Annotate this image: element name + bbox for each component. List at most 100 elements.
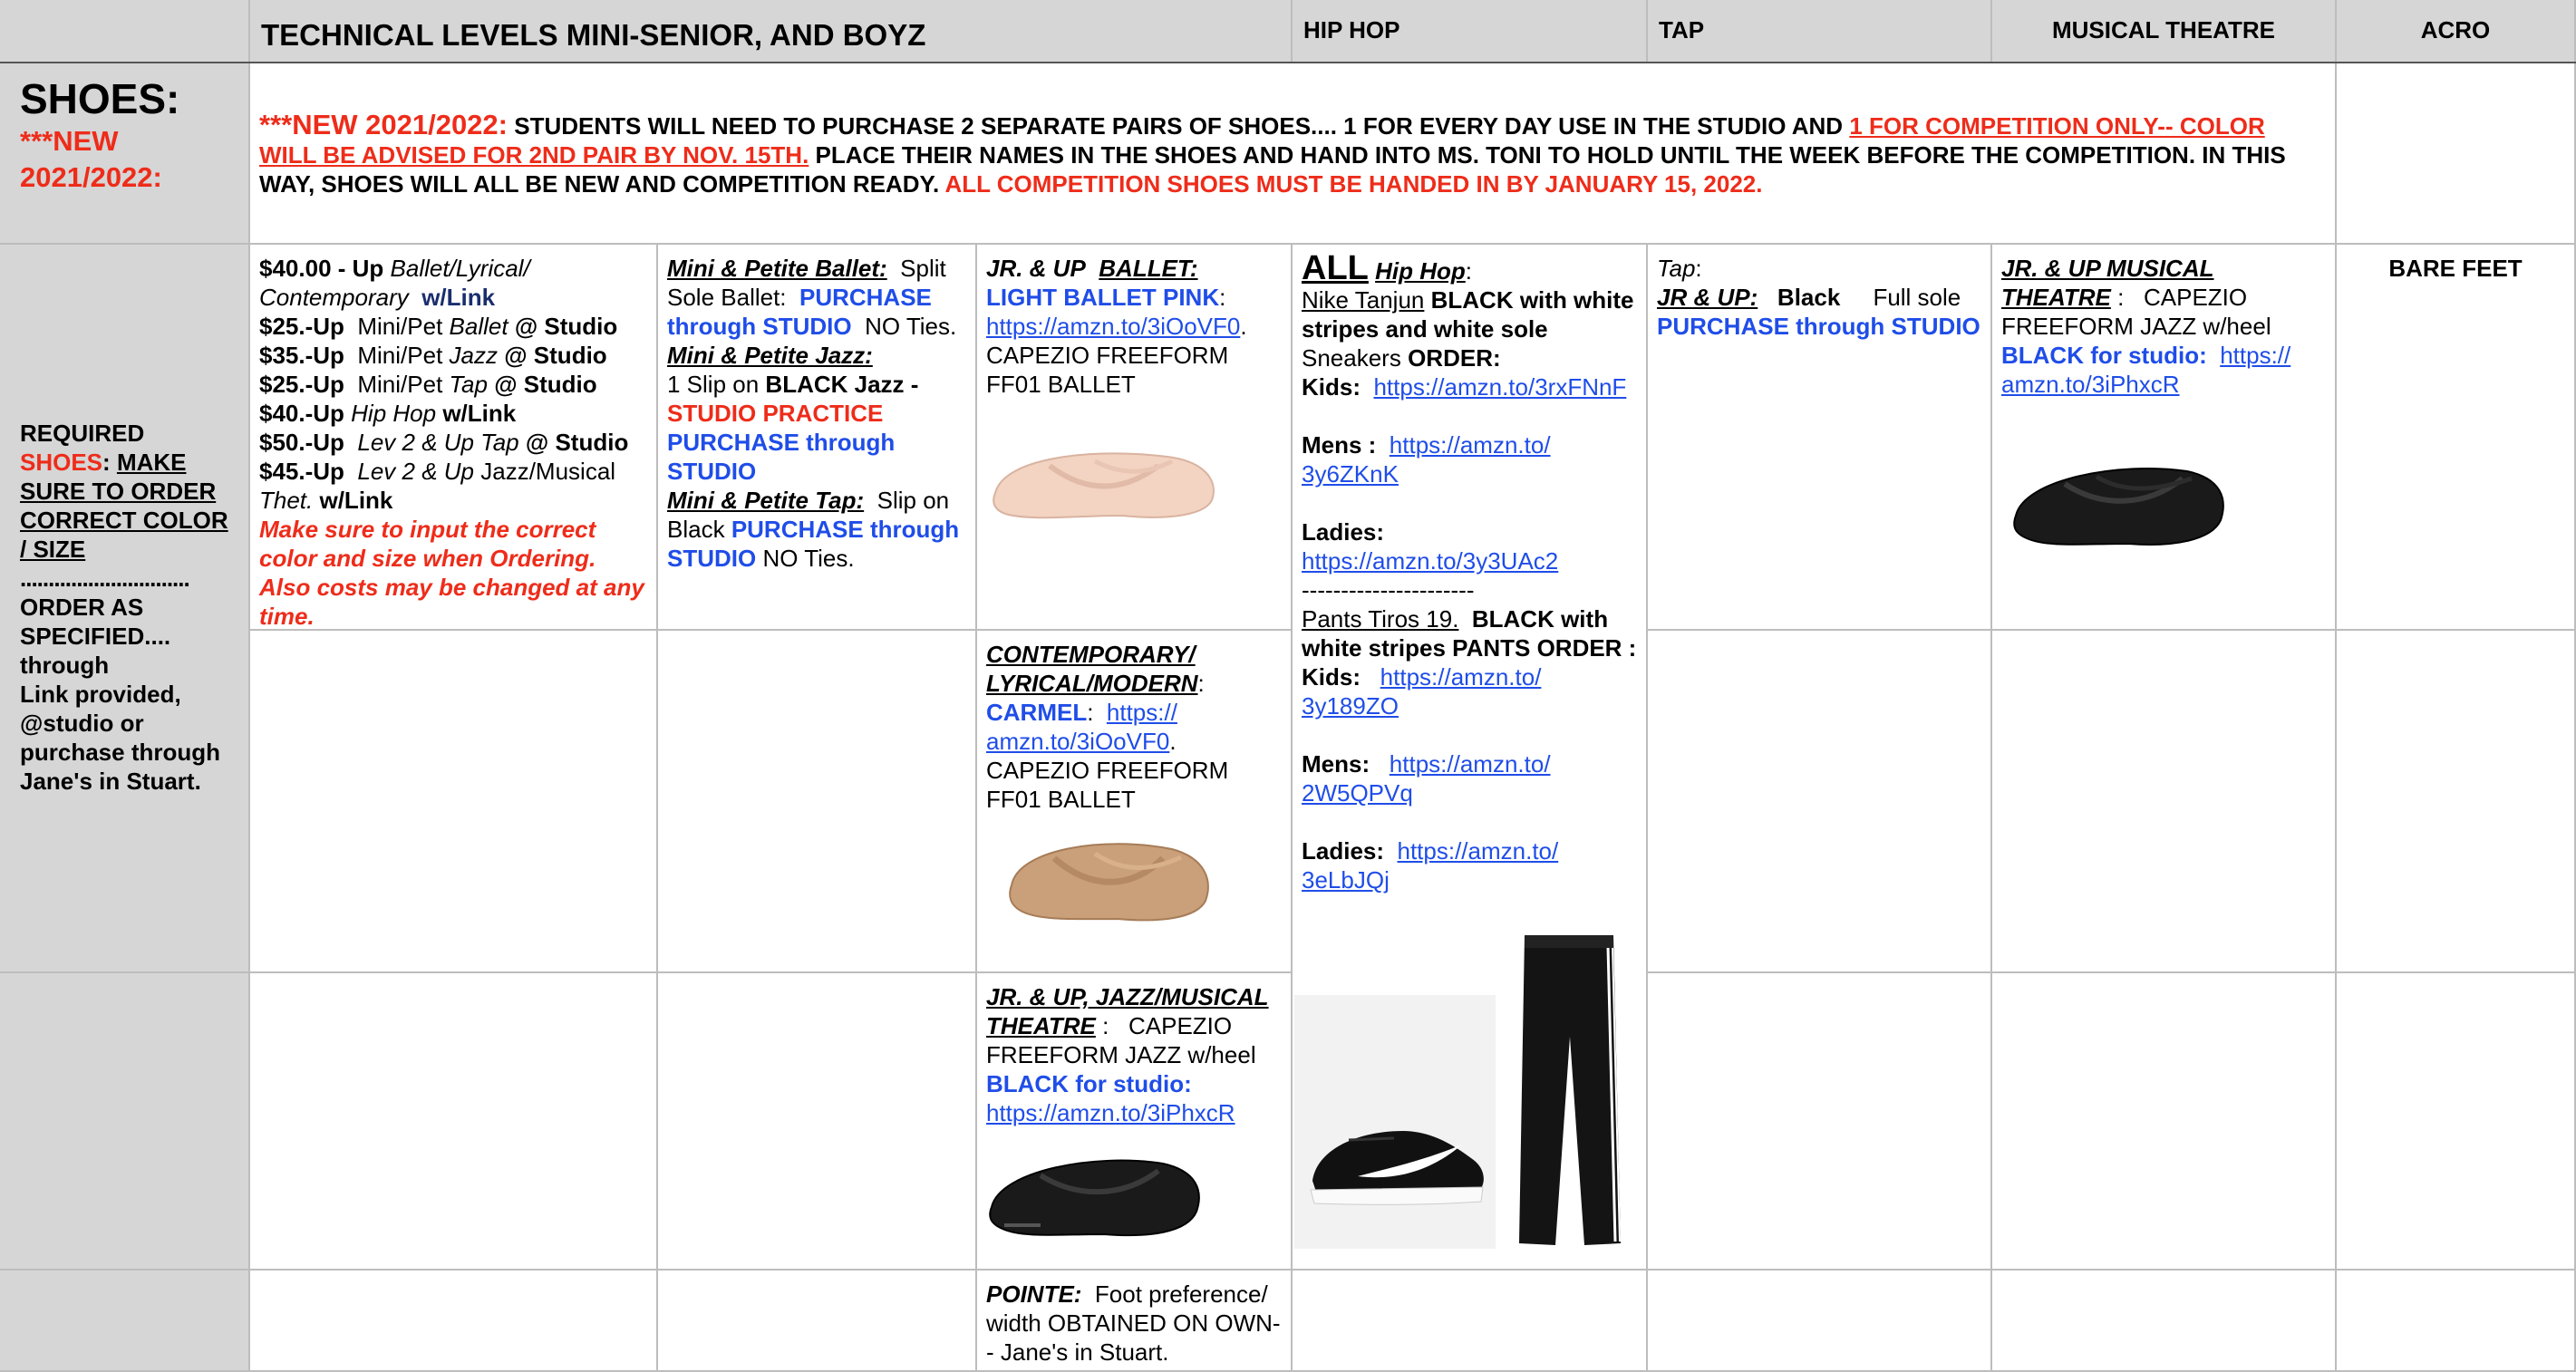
price-value: $25.-Up bbox=[259, 313, 344, 340]
black-jazz-shoe-image-2 bbox=[2010, 439, 2326, 556]
price-source: w/Link bbox=[442, 400, 517, 427]
mini-jazz-text: 1 Slip on bbox=[667, 371, 760, 398]
mini-jazz-purchase: PURCHASE through STUDIO bbox=[667, 429, 896, 485]
hiphop-sneakers: Sneakers bbox=[1302, 344, 1401, 372]
jr-ballet-color: LIGHT BALLET PINK bbox=[986, 284, 1220, 311]
mini-jazz-practice: STUDIO PRACTICE bbox=[667, 400, 884, 427]
carmel-shoe-image bbox=[1004, 817, 1282, 931]
jr-jazz-cell: JR. & UP, JAZZ/MUSICAL THEATRE : CAPEZIO… bbox=[977, 973, 1293, 1271]
price-level: Mini/Pet bbox=[357, 342, 443, 369]
price-item: Hip Hop bbox=[351, 400, 437, 427]
contemporary-desc: CAPEZIO FREEFORM FF01 BALLET bbox=[986, 757, 1229, 813]
hiphop-pants-kids-label: Kids: bbox=[1302, 663, 1361, 691]
shoes-title: SHOES: bbox=[20, 75, 180, 122]
corner-cell bbox=[0, 0, 250, 63]
empty-cell bbox=[2337, 1271, 2576, 1372]
acro-bare-feet: BARE FEET bbox=[2388, 255, 2523, 282]
hiphop-ladies-link[interactable]: https://amzn.to/3y3UAc2 bbox=[1302, 547, 1558, 575]
price-row-4: $25.-Up Mini/Pet Tap @ Studio bbox=[259, 370, 647, 399]
header-divider bbox=[0, 62, 2576, 63]
contemporary-color: CARMEL bbox=[986, 699, 1088, 726]
contemporary-heading: CONTEMPORARY/ LYRICAL/MODERN bbox=[986, 641, 1198, 697]
tap-heading: Tap bbox=[1657, 255, 1696, 282]
required-l4: Link provided, @studio or purchase throu… bbox=[20, 681, 221, 795]
empty-cell bbox=[1992, 973, 2337, 1271]
price-source: w/Link bbox=[421, 284, 496, 311]
required-l1: REQUIRED bbox=[20, 420, 145, 447]
empty-cell bbox=[2337, 973, 2576, 1271]
hiphop-pants: Pants Tiros 19. bbox=[1302, 605, 1459, 633]
tap-full-sole: Full sole bbox=[1873, 284, 1961, 311]
empty-cell bbox=[250, 1271, 658, 1372]
header-musical: MUSICAL THEATRE bbox=[1992, 0, 2337, 63]
gray-cell-row4 bbox=[0, 973, 250, 1271]
header-tap: TAP bbox=[1648, 0, 1992, 63]
hiphop-colon: : bbox=[1465, 257, 1472, 285]
price-row-6: $50.-Up Lev 2 & Up Tap @ Studio bbox=[259, 428, 647, 457]
spreadsheet: TECHNICAL LEVELS MINI-SENIOR, AND BOYZ H… bbox=[0, 0, 2576, 1372]
empty-cell bbox=[1648, 973, 1992, 1271]
notice-deadline: ALL COMPETITION SHOES MUST BE HANDED IN … bbox=[944, 170, 1763, 198]
required-text: REQUIRED SHOES: MAKE SURE TO ORDER CORRE… bbox=[20, 419, 228, 796]
price-value: $35.-Up bbox=[259, 342, 344, 369]
jr-jazz-color: BLACK for studio: bbox=[986, 1070, 1192, 1097]
musical-cell: JR. & UP MUSICAL THEATRE : CAPEZIO FREEF… bbox=[1992, 245, 2337, 631]
price-source: @ Studio bbox=[504, 342, 607, 369]
empty-cell bbox=[1293, 1271, 1648, 1372]
header-hiphop-text: HIP HOP bbox=[1303, 16, 1400, 43]
acro-cell: BARE FEET bbox=[2337, 245, 2576, 631]
hiphop-ladies-label: Ladies: bbox=[1302, 518, 1385, 546]
price-value: $50.-Up bbox=[259, 429, 344, 456]
header-hiphop: HIP HOP bbox=[1293, 0, 1648, 63]
header-musical-text: MUSICAL THEATRE bbox=[2051, 16, 2276, 43]
hiphop-kids-label: Kids: bbox=[1302, 373, 1361, 401]
jr-jazz-link[interactable]: https://amzn.to/3iPhxcR bbox=[986, 1099, 1235, 1126]
price-source: @ Studio bbox=[514, 313, 618, 340]
tap-colon: : bbox=[1695, 255, 1702, 282]
header-acro: ACRO bbox=[2337, 0, 2576, 63]
header-acro-text: ACRO bbox=[2420, 16, 2491, 43]
empty-cell bbox=[250, 631, 658, 973]
price-item: Lev 2 & Up Tap bbox=[357, 429, 519, 456]
price-source: @ Studio bbox=[494, 371, 597, 398]
price-row-5: $40.-Up Hip Hop w/Link bbox=[259, 399, 647, 428]
price-item: Jazz bbox=[449, 342, 498, 369]
price-level: Mini/Pet bbox=[357, 313, 443, 340]
header-title: TECHNICAL LEVELS MINI-SENIOR, AND BOYZ bbox=[250, 0, 1293, 63]
pointe-cell: POINTE: Foot preference/ width OBTAINED … bbox=[977, 1271, 1293, 1372]
price-row-3: $35.-Up Mini/Pet Jazz @ Studio bbox=[259, 341, 647, 370]
required-cell: REQUIRED SHOES: MAKE SURE TO ORDER CORRE… bbox=[0, 245, 250, 973]
tap-purchase: PURCHASE through STUDIO bbox=[1657, 313, 1980, 340]
musical-color: BLACK for studio: bbox=[2001, 342, 2207, 369]
jr-ballet-heading: JR. & UP bbox=[986, 255, 1086, 282]
header-tap-text: TAP bbox=[1659, 16, 1705, 43]
price-value: $45.-Up bbox=[259, 458, 344, 485]
header-title-text: TECHNICAL LEVELS MINI-SENIOR, AND BOYZ bbox=[261, 18, 926, 52]
hiphop-divider: ---------------------- bbox=[1302, 576, 1475, 604]
notice-part1: STUDENTS WILL NEED TO PURCHASE 2 SEPARAT… bbox=[514, 112, 1844, 140]
required-l3: ORDER AS SPECIFIED.... through bbox=[20, 594, 171, 679]
mini-tap-ties: NO Ties. bbox=[762, 545, 855, 572]
hiphop-pants-ladies-label: Ladies: bbox=[1302, 837, 1385, 865]
hiphop-order: ORDER: bbox=[1408, 344, 1501, 372]
gray-cell-row5 bbox=[0, 1271, 250, 1372]
mini-tap-heading: Mini & Petite Tap: bbox=[667, 487, 865, 514]
tap-cell: Tap: JR & UP: Black Full sole PURCHASE t… bbox=[1648, 245, 1992, 631]
hiphop-kids-link[interactable]: https://amzn.to/3rxFNnF bbox=[1373, 373, 1626, 401]
required-shoes: SHOES bbox=[20, 449, 103, 476]
musical-colon: : bbox=[2117, 284, 2125, 311]
jr-ballet-link[interactable]: https://amzn.to/3iOoVF0 bbox=[986, 313, 1240, 340]
mini-petite-cell: Mini & Petite Ballet: Split Sole Ballet:… bbox=[658, 245, 977, 631]
price-source: w/Link bbox=[319, 487, 393, 514]
empty-cell bbox=[658, 973, 977, 1271]
mini-jazz-heading: Mini & Petite Jazz: bbox=[667, 342, 873, 369]
adidas-pants-image bbox=[1514, 928, 1624, 1251]
required-dots: .............................. bbox=[20, 565, 190, 592]
price-row-2: $25.-Up Mini/Pet Ballet @ Studio bbox=[259, 312, 647, 341]
required-colon: : bbox=[102, 449, 111, 476]
shoes-new-label: ***NEW 2021/2022: bbox=[20, 125, 162, 193]
price-value: $40.00 - Up bbox=[259, 255, 384, 282]
mini-jazz-black: BLACK Jazz - bbox=[765, 371, 919, 398]
contemporary-cell: CONTEMPORARY/ LYRICAL/MODERN: CARMEL: ht… bbox=[977, 631, 1293, 973]
nike-sneaker-image bbox=[1294, 995, 1496, 1249]
